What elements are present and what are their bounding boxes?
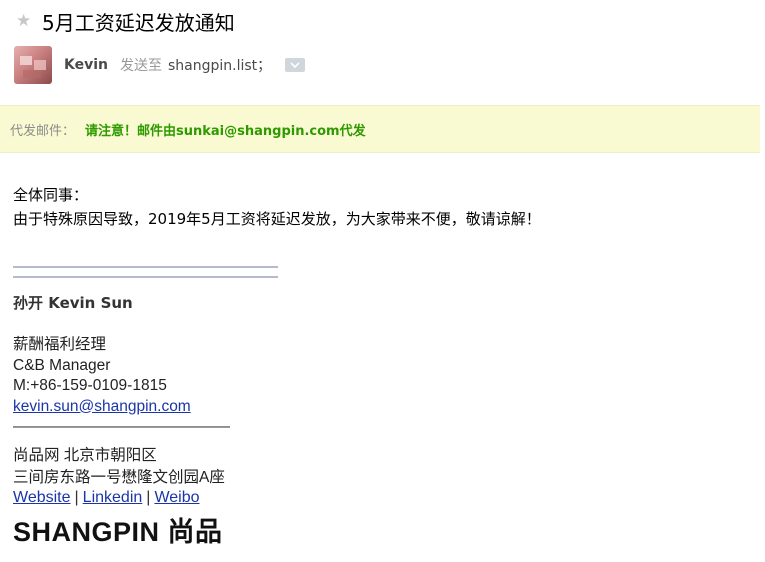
sent-to-label: 发送至 [120,58,162,74]
chevron-down-icon [290,62,300,68]
company-address: 三间房东路一号懋隆文创园A座 [13,469,225,486]
recipients[interactable]: shangpin.list； [168,55,271,75]
weibo-link[interactable]: Weibo [154,489,199,506]
signature-email-link[interactable]: kevin.sun@shangpin.com [13,398,191,415]
signature-mobile: M:+86-159-0109-1815 [13,377,167,394]
sender-row: Kevin 发送至 shangpin.list； [14,46,306,84]
proxy-notice-bar: 代发邮件： 请注意！邮件由sunkai@shangpin.com代发 [0,105,760,153]
avatar[interactable] [14,46,52,84]
address-block: 尚品网 北京市朝阳区 三间房东路一号懋隆文创园A座 [13,445,225,489]
website-link[interactable]: Website [13,489,71,506]
message: 由于特殊原因导致，2019年5月工资将延迟发放，为大家带来不便，敬请谅解！ [13,210,541,228]
proxy-notice: 请注意！邮件由sunkai@shangpin.com代发 [85,123,366,139]
signature-title-en: C&B Manager [13,356,111,374]
email-subject: 5月工资延迟发放通知 [42,10,235,35]
signature-links: Website | Linkedin | Weibo [13,489,200,507]
link-separator: | [74,489,79,506]
signature-name: 孙开 Kevin Sun [13,294,133,312]
signature-block: 薪酬福利经理 C&B Manager M:+86-159-0109-1815 k… [13,335,230,438]
star-icon[interactable]: ★ [16,11,36,31]
expand-recipients-button[interactable] [285,58,306,72]
company-city: 尚品网 北京市朝阳区 [13,447,157,464]
signature-divider: —————————————— [13,418,230,435]
link-separator: | [146,489,151,506]
linkedin-link[interactable]: Linkedin [83,489,143,506]
email-body: 全体同事： 由于特殊原因导致，2019年5月工资将延迟发放，为大家带来不便，敬请… [13,183,713,231]
sender-name[interactable]: Kevin [64,57,108,73]
greeting: 全体同事： [13,186,89,204]
signature-rule [13,276,278,278]
signature-rule [13,266,278,268]
shangpin-logo: SHANGPIN 尚品 [13,517,223,547]
proxy-label: 代发邮件： [10,123,76,139]
subject-row: ★ 5月工资延迟发放通知 [16,6,235,36]
signature-title-cn: 薪酬福利经理 [13,336,107,353]
